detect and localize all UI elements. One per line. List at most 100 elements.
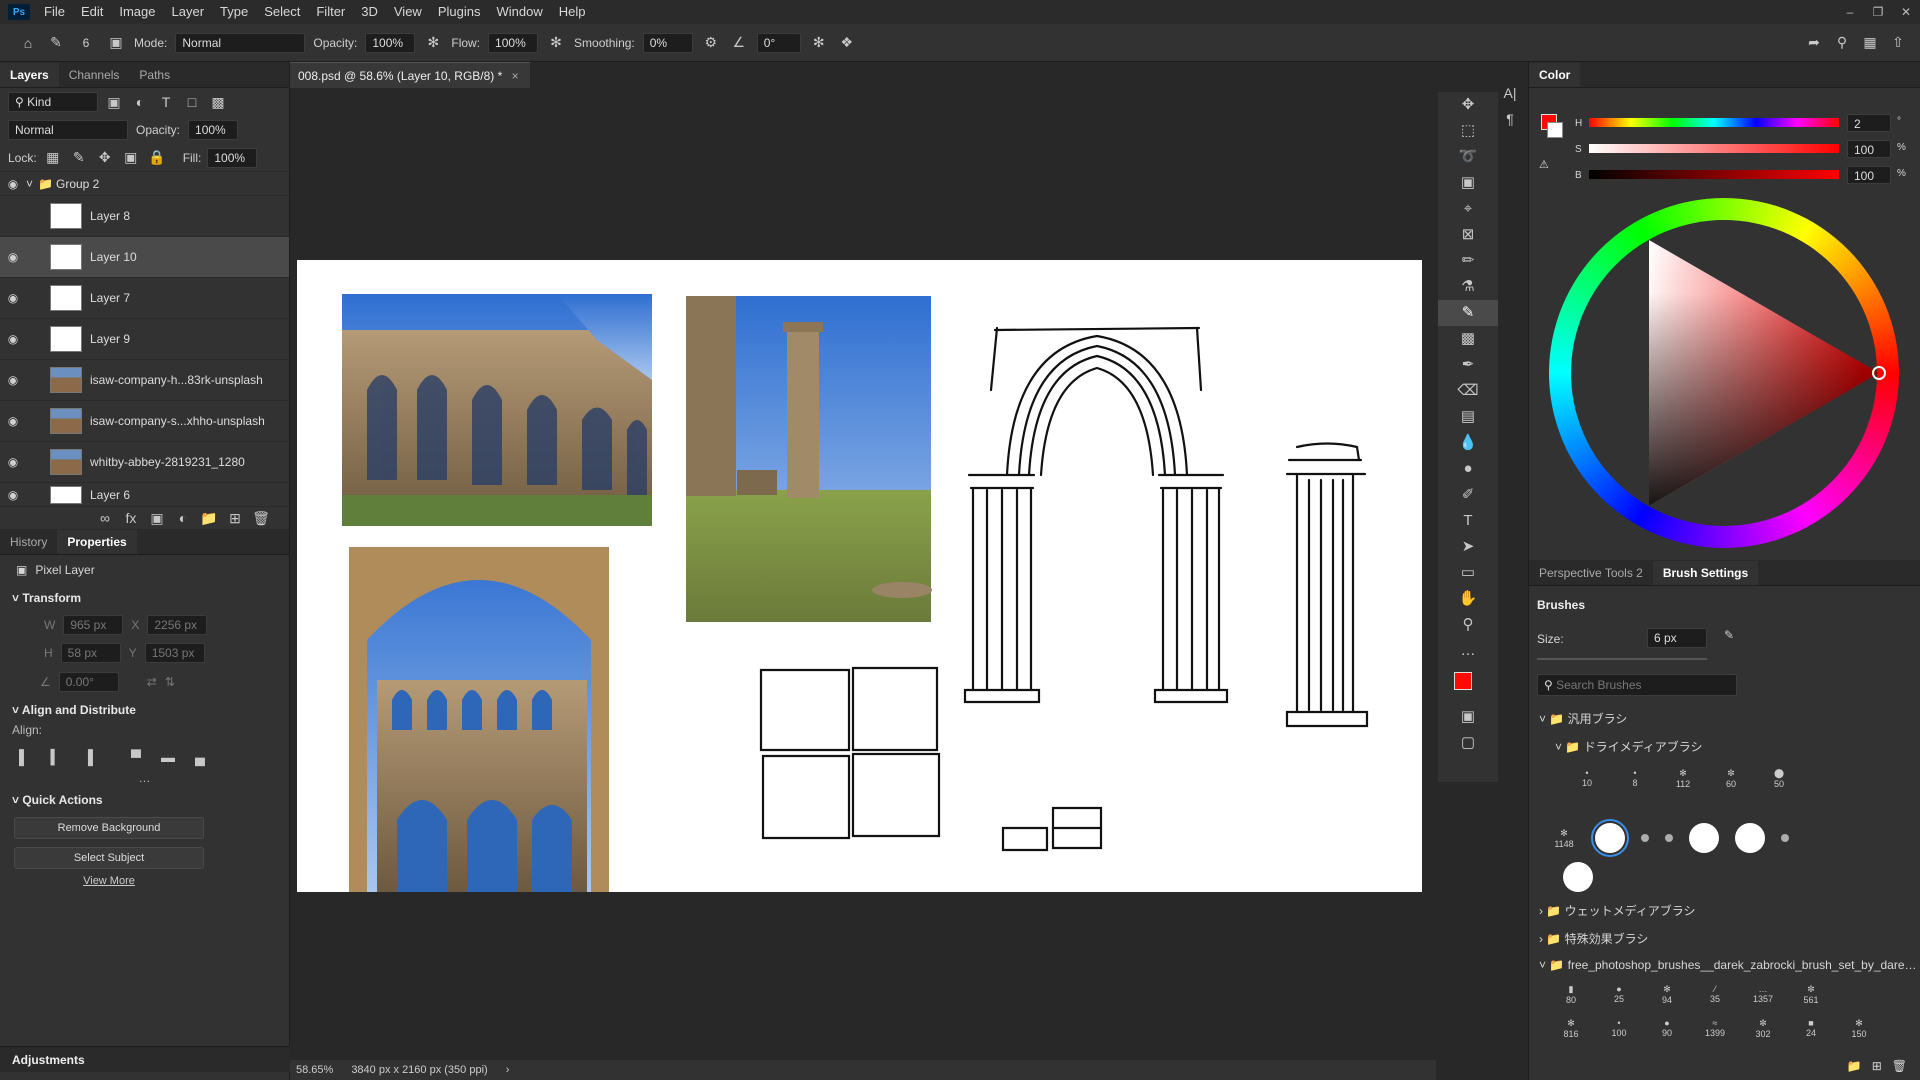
visibility-eye-icon[interactable]: ◉ xyxy=(0,332,26,346)
align-middle-icon[interactable]: ▬ xyxy=(158,749,178,765)
h-field[interactable]: 2 xyxy=(1847,114,1891,132)
visibility-eye-icon[interactable]: ◉ xyxy=(0,373,26,387)
brush-tool-icon[interactable]: ✎ xyxy=(46,34,66,51)
brush-preset[interactable]: • 8 xyxy=(1613,762,1657,794)
trash-icon[interactable]: 🗑 xyxy=(251,510,271,527)
angle-field[interactable]: 0° xyxy=(756,32,801,53)
more-tools-icon[interactable]: … xyxy=(1438,638,1498,664)
brush-panel-toggle-icon[interactable]: ▣ xyxy=(106,34,126,51)
brush-preset[interactable] xyxy=(1641,834,1649,842)
brush-preset[interactable]: ✼ 60 xyxy=(1709,762,1753,794)
visibility-eye-icon[interactable]: ◉ xyxy=(0,177,26,191)
hand-tool-icon[interactable]: ✋ xyxy=(1438,586,1498,612)
saturation-slider[interactable] xyxy=(1589,144,1839,153)
share-icon[interactable]: ➦ xyxy=(1804,34,1824,51)
menu-image[interactable]: Image xyxy=(111,0,163,24)
layer-row[interactable]: Layer 8 xyxy=(0,196,289,237)
link-icon[interactable]: ∞ xyxy=(95,510,115,526)
type-tool-icon[interactable]: T xyxy=(1438,508,1498,534)
brush-folder[interactable]: › 📁 特殊効果ブラシ xyxy=(1539,930,1648,947)
home-icon[interactable]: ⌂ xyxy=(18,35,38,51)
filter-smart-icon[interactable]: ▩ xyxy=(208,94,228,111)
menu-help[interactable]: Help xyxy=(551,0,594,24)
fx-icon[interactable]: fx xyxy=(121,510,141,526)
path-select-icon[interactable]: ➤ xyxy=(1438,534,1498,560)
brush-preset[interactable]: ▮ 80 xyxy=(1549,978,1593,1010)
dodge-tool-icon[interactable]: ● xyxy=(1438,456,1498,482)
brush-preset[interactable]: ✻ 94 xyxy=(1645,978,1689,1010)
minimize-icon[interactable]: – xyxy=(1836,0,1864,24)
pen-tool-icon[interactable]: ✐ xyxy=(1438,482,1498,508)
screen-mode-icon[interactable]: ▢ xyxy=(1438,730,1498,756)
brush-preset[interactable] xyxy=(1735,823,1765,853)
document-canvas[interactable] xyxy=(297,260,1422,892)
history-brush-icon[interactable]: ✒ xyxy=(1438,352,1498,378)
zoom-tool-icon[interactable]: ⚲ xyxy=(1438,612,1498,638)
flow-field[interactable]: 100% xyxy=(488,32,539,53)
size-field[interactable]: 6 px xyxy=(1647,628,1707,648)
marquee-tool-icon[interactable]: ⬚ xyxy=(1438,118,1498,144)
color-swatch-bg[interactable] xyxy=(1547,122,1563,138)
flip-vertical-icon[interactable]: ⇅ xyxy=(165,675,175,689)
fill-field[interactable]: 100% xyxy=(207,147,258,168)
blur-tool-icon[interactable]: 💧 xyxy=(1438,430,1498,456)
kind-filter[interactable]: ⚲ Kind xyxy=(8,92,98,112)
visibility-eye-icon[interactable]: ◉ xyxy=(0,250,26,264)
brush-folder[interactable]: ˅ 📁 ドライメディアブラシ xyxy=(1555,738,1703,755)
layer-row[interactable]: ◉ isaw-company-h...83rk-unsplash xyxy=(0,360,289,401)
color-wheel[interactable] xyxy=(1549,198,1899,548)
align-right-icon[interactable]: ▐ xyxy=(78,749,98,765)
view-more-link[interactable]: View More xyxy=(14,875,204,887)
menu-layer[interactable]: Layer xyxy=(164,0,213,24)
brush-preset[interactable]: ● 90 xyxy=(1645,1012,1689,1044)
opacity-field[interactable]: 100% xyxy=(365,32,416,53)
lock-all-icon[interactable]: 🔒 xyxy=(147,149,167,166)
mode-select[interactable]: Normal xyxy=(175,32,306,53)
lock-pixels-icon[interactable]: ▦ xyxy=(43,149,63,166)
lock-artboard-icon[interactable]: ▣ xyxy=(121,149,141,166)
layer-row[interactable]: ◉ whitby-abbey-2819231_1280 xyxy=(0,442,289,483)
adjustment-icon[interactable]: ◐ xyxy=(173,510,193,526)
quick-actions-title[interactable]: ˅ Quick Actions xyxy=(0,787,289,813)
tab-brush-settings[interactable]: Brush Settings xyxy=(1652,561,1759,585)
menu-plugins[interactable]: Plugins xyxy=(430,0,489,24)
character-panel-icon[interactable]: A| xyxy=(1500,80,1520,106)
brush-preset-selected[interactable] xyxy=(1591,819,1629,857)
visibility-eye-icon[interactable]: ◉ xyxy=(0,291,26,305)
blend-mode-select[interactable]: Normal xyxy=(8,120,128,140)
brush-preset[interactable]: ● 25 xyxy=(1597,978,1641,1010)
angle-field[interactable]: 0.00° xyxy=(58,672,119,692)
visibility-eye-icon[interactable]: ◉ xyxy=(0,455,26,469)
folder-icon[interactable]: 📁 xyxy=(1847,1059,1862,1073)
b-field[interactable]: 100 xyxy=(1847,166,1891,184)
gradient-tool-icon[interactable]: ▤ xyxy=(1438,404,1498,430)
healing-brush-icon[interactable]: ⚗ xyxy=(1438,274,1498,300)
close-icon[interactable]: ✕ xyxy=(1892,0,1920,24)
mask-icon[interactable]: ▣ xyxy=(147,510,167,527)
frame-tool-icon[interactable]: ⊠ xyxy=(1438,222,1498,248)
brightness-slider[interactable] xyxy=(1589,170,1839,179)
tab-properties[interactable]: Properties xyxy=(57,530,137,554)
brush-preset[interactable]: ≈1399 xyxy=(1693,1012,1737,1044)
layer-row[interactable]: ◉ isaw-company-s...xhho-unsplash xyxy=(0,401,289,442)
brush-preset[interactable] xyxy=(1689,823,1719,853)
width-field[interactable]: 965 px xyxy=(63,615,124,635)
gear-icon[interactable]: ⚙ xyxy=(701,34,721,51)
more-options-icon[interactable]: … xyxy=(0,771,289,787)
lock-paint-icon[interactable]: ✎ xyxy=(69,149,89,166)
tab-channels[interactable]: Channels xyxy=(59,63,130,87)
search-icon[interactable]: ⚲ xyxy=(1832,34,1852,51)
smoothing-field[interactable]: 0% xyxy=(642,32,693,53)
brush-preset[interactable]: • 10 xyxy=(1565,762,1609,794)
layer-row[interactable]: ◉ Layer 7 xyxy=(0,278,289,319)
layer-opacity-field[interactable]: 100% xyxy=(188,120,239,140)
zoom-level[interactable]: 58.65% xyxy=(296,1060,333,1080)
brush-preset[interactable]: ✻ 1148 xyxy=(1549,822,1579,854)
layer-row[interactable]: ◉ Layer 6 xyxy=(0,483,289,507)
object-select-tool-icon[interactable]: ▣ xyxy=(1438,170,1498,196)
brush-preset[interactable]: ■ 24 xyxy=(1789,1012,1833,1044)
eraser-tool-icon[interactable]: ⌫ xyxy=(1438,378,1498,404)
tab-history[interactable]: History xyxy=(0,530,57,554)
color-triangle[interactable] xyxy=(1549,198,1899,548)
layer-group-row[interactable]: ◉ ˅ 📁 Group 2 xyxy=(0,172,289,196)
